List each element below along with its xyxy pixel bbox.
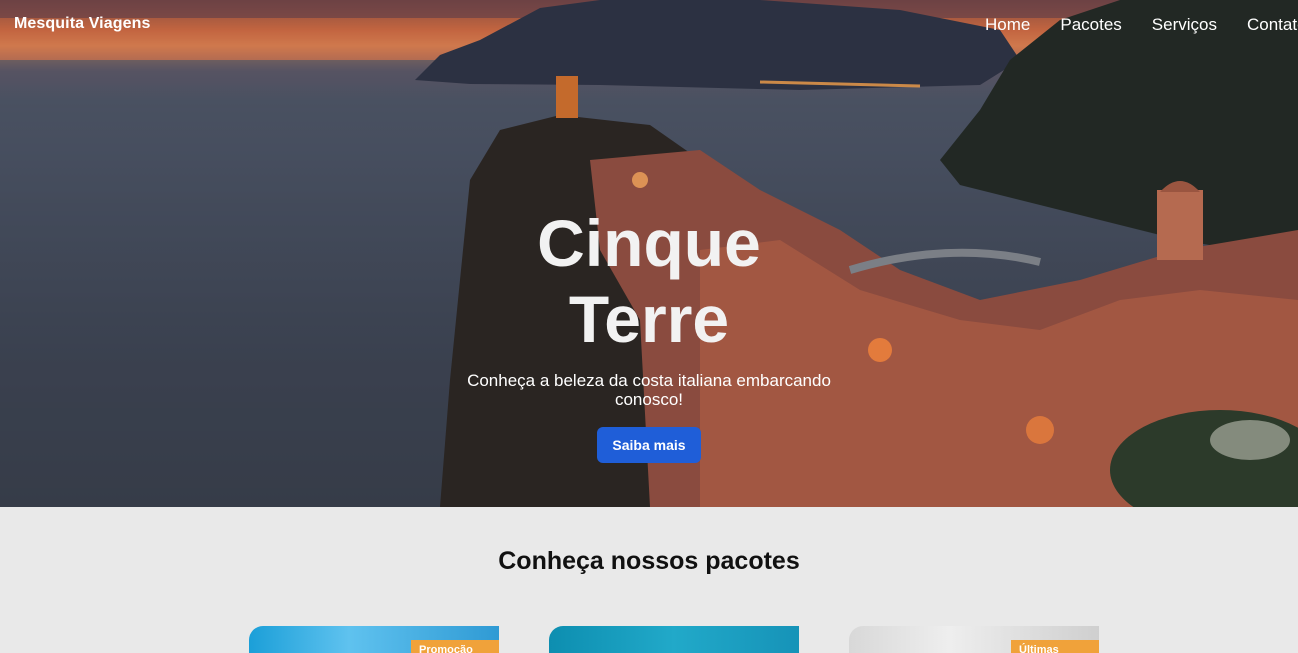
nav-link-contato[interactable]: Contato <box>1247 15 1298 35</box>
hero-content: Cinque Terre Conheça a beleza da costa i… <box>0 205 1298 463</box>
package-badge: Promoção <box>411 640 499 653</box>
saiba-mais-button[interactable]: Saiba mais <box>597 427 701 463</box>
nav-link-home[interactable]: Home <box>985 15 1030 35</box>
top-navbar: Mesquita Viagens Home Pacotes Serviços C… <box>0 0 1298 52</box>
package-card[interactable]: Últimas vagas <box>849 626 1099 653</box>
nav-link-servicos[interactable]: Serviços <box>1152 15 1217 35</box>
package-card[interactable] <box>549 626 799 653</box>
nav-menu: Home Pacotes Serviços Contato <box>985 15 1298 35</box>
nav-link-pacotes[interactable]: Pacotes <box>1060 15 1121 35</box>
hero-title: Cinque Terre <box>537 206 761 356</box>
hero-banner: Mesquita Viagens Home Pacotes Serviços C… <box>0 0 1298 507</box>
package-card[interactable]: Promoção <box>249 626 499 653</box>
brand-logo[interactable]: Mesquita Viagens <box>14 15 150 33</box>
package-badge: Últimas vagas <box>1011 640 1099 653</box>
packages-section-title: Conheça nossos pacotes <box>498 547 800 575</box>
hero-subtitle: Conheça a beleza da costa italiana embar… <box>467 371 831 409</box>
